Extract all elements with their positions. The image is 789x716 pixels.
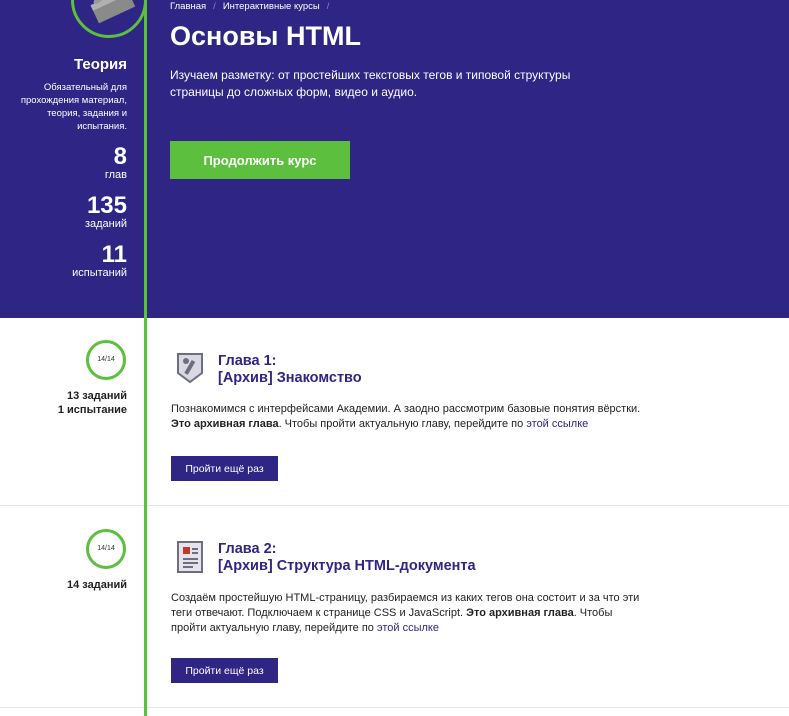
lego-brick-icon — [71, 0, 147, 38]
stat-label: испытаний — [72, 267, 127, 279]
theory-summary: Теория Обязательный для прохождения мате… — [7, 56, 127, 280]
chapter-card: 14/14 13 заданий 1 испытание Глава 1: [А… — [0, 318, 789, 506]
theory-title: Теория — [73, 56, 127, 73]
chapter-title: [Архив] Знакомство — [218, 370, 362, 386]
chapter-card: 14/14 14 заданий Глава 2: [Архив] Структ… — [0, 506, 789, 708]
chapter-stats: 14 заданий — [7, 578, 127, 592]
theory-description: Обязательный для прохождения материал, т… — [20, 82, 127, 132]
breadcrumb-interactive-courses[interactable]: Интерактивные курсы — [223, 1, 320, 12]
chapter-task-count: 14 заданий — [66, 579, 127, 591]
stat-value: 135 — [86, 192, 127, 219]
stat-chapters: 8 глав — [7, 145, 127, 182]
archive-notice: Это архивная глава — [171, 418, 279, 430]
stat-trials: 11 испытаний — [7, 243, 127, 280]
current-chapter-link[interactable]: этой ссылке — [377, 622, 439, 634]
chapter-document-icon — [175, 540, 205, 574]
breadcrumb-home[interactable]: Главная — [170, 1, 206, 12]
course-hero: Главная / Интерактивные курсы / Основы HTML… — [0, 0, 789, 318]
timeline-line — [144, 0, 147, 716]
chapter-tool-icon — [175, 351, 205, 385]
breadcrumb-separator: / — [213, 1, 216, 12]
stat-tasks: 135 заданий — [7, 194, 127, 231]
chapter-progress-ring: 14/14 — [86, 529, 126, 569]
stat-label: заданий — [84, 218, 127, 230]
archive-notice: Это архивная глава — [466, 607, 574, 619]
breadcrumb: Главная / Интерактивные курсы / — [170, 1, 336, 12]
course-description: Изучаем разметку: от простейших текстовы… — [170, 68, 571, 99]
chapter-task-count: 13 заданий — [66, 390, 127, 402]
page-title: Основы HTML — [170, 21, 361, 51]
chapter-description-text: Познакомимся с интерфейсами Академии. А … — [171, 403, 641, 415]
chapter-description: Познакомимся с интерфейсами Академии. А … — [171, 402, 641, 432]
stat-value: 11 — [101, 241, 127, 268]
chapter-number: Глава 1: — [218, 353, 277, 369]
chapter-heading: Глава 2: [Архив] Структура HTML-документ… — [218, 541, 476, 575]
chapter-title: [Архив] Структура HTML-документа — [218, 558, 476, 574]
stat-label: глав — [104, 169, 127, 181]
archive-notice-text: . Чтобы пройти актуальную главу, перейди… — [278, 418, 527, 430]
continue-course-button[interactable]: Продолжить курс — [170, 141, 350, 179]
retry-chapter-button[interactable]: Пройти ещё раз — [171, 658, 278, 683]
retry-chapter-button[interactable]: Пройти ещё раз — [171, 456, 278, 481]
chapter-progress-ring: 14/14 — [86, 340, 126, 380]
breadcrumb-separator: / — [326, 1, 330, 12]
chapter-number: Глава 2: — [218, 541, 277, 557]
chapter-heading: Глава 1: [Архив] Знакомство — [218, 353, 362, 387]
chapter-stats: 13 заданий 1 испытание — [7, 389, 127, 417]
chapter-trial-count: 1 испытание — [57, 404, 127, 416]
chapter-description: Создаём простейшую HTML-страницу, разбир… — [171, 591, 641, 636]
current-chapter-link[interactable]: этой ссылке — [526, 418, 588, 430]
stat-value: 8 — [113, 143, 127, 170]
